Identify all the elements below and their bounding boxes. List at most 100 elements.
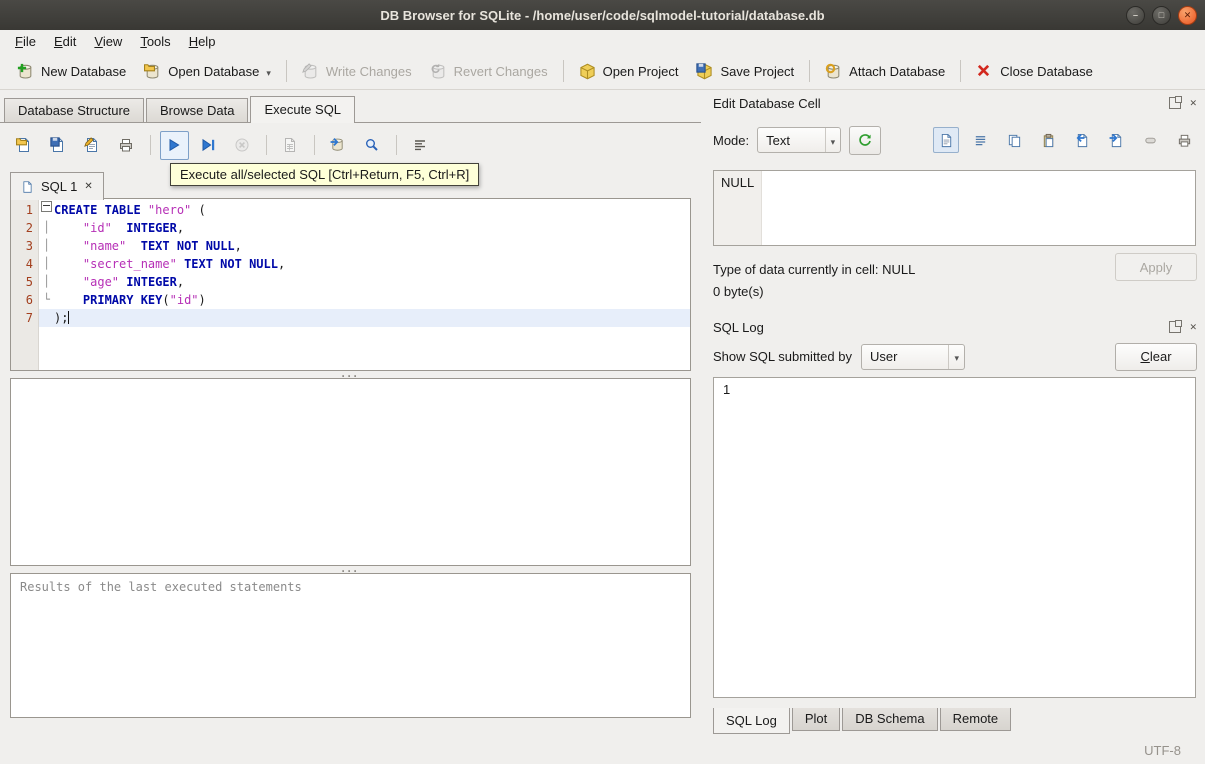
chevron-down-icon xyxy=(954,349,959,364)
menu-edit[interactable]: Edit xyxy=(45,31,85,52)
set-null-button[interactable] xyxy=(1137,127,1163,153)
menu-view[interactable]: View xyxy=(85,31,131,52)
word-wrap-button[interactable] xyxy=(933,127,959,153)
results-placeholder: Results of the last executed statements xyxy=(20,580,302,594)
toolbar-separator xyxy=(809,60,811,82)
menu-tools[interactable]: Tools xyxy=(131,31,179,52)
export-data-button[interactable] xyxy=(324,131,353,160)
editor-line: │ "id" INTEGER, xyxy=(43,221,185,235)
revert-changes-button[interactable]: Revert Changes xyxy=(421,58,557,85)
table-view-button[interactable] xyxy=(276,131,305,160)
refresh-cell-button[interactable] xyxy=(849,125,882,155)
find-replace-icon xyxy=(364,137,381,154)
tab-remote[interactable]: Remote xyxy=(939,708,1012,731)
export-cell-button[interactable] xyxy=(1103,127,1129,153)
sql-document-icon xyxy=(21,180,34,194)
float-icon[interactable] xyxy=(1169,96,1183,109)
window-controls xyxy=(1126,6,1197,25)
sql-editor[interactable]: 1234567 CREATE TABLE "hero" ( │ "id" INTE… xyxy=(10,198,691,371)
tab-browse-data[interactable]: Browse Data xyxy=(146,98,249,122)
toolbar-separator xyxy=(285,60,287,82)
toolbar-separator xyxy=(396,135,397,155)
window-title: DB Browser for SQLite - /home/user/code/… xyxy=(380,7,825,23)
cell-editor[interactable]: NULL xyxy=(713,170,1196,246)
editor-line: └ PRIMARY KEY("id") xyxy=(43,293,206,307)
apply-button[interactable]: Apply xyxy=(1115,253,1197,281)
right-dock-area: Edit Database Cell Mode: Text xyxy=(706,90,1205,737)
import-cell-button[interactable] xyxy=(1069,127,1095,153)
tab-db-schema[interactable]: DB Schema xyxy=(842,708,938,731)
print-sql-button[interactable] xyxy=(112,131,141,160)
mode-select[interactable]: Text xyxy=(757,127,842,153)
tab-execute-sql[interactable]: Execute SQL xyxy=(250,96,356,123)
tab-plot[interactable]: Plot xyxy=(791,708,841,731)
editor-line: │ "name" TEXT NOT NULL, xyxy=(43,239,242,253)
results-message-pane[interactable]: Results of the last executed statements xyxy=(10,573,691,718)
cell-size-info: 0 byte(s) xyxy=(713,284,764,299)
sql-log-filter-select[interactable]: User xyxy=(860,343,965,370)
attach-database-button[interactable]: Attach Database xyxy=(816,58,954,85)
close-database-button[interactable]: Close Database xyxy=(967,58,1102,85)
cell-type-info: Type of data currently in cell: NULL xyxy=(713,262,916,277)
tab-database-structure[interactable]: Database Structure xyxy=(4,98,145,122)
menubar: File Edit View Tools Help xyxy=(0,30,1205,53)
refresh-icon xyxy=(857,132,873,148)
sql-log-filter-label: Show SQL submitted by xyxy=(713,349,852,364)
paste-cell-button[interactable] xyxy=(1035,127,1061,153)
minimize-button[interactable] xyxy=(1126,6,1145,25)
tooltip: Execute all/selected SQL [Ctrl+Return, F… xyxy=(170,163,480,186)
menu-help[interactable]: Help xyxy=(180,31,225,52)
editor-gutter: 1234567 xyxy=(11,199,39,370)
align-button[interactable] xyxy=(967,127,993,153)
execute-line-icon xyxy=(200,137,217,154)
close-dock-icon[interactable] xyxy=(1189,322,1197,333)
save-project-button[interactable]: Save Project xyxy=(687,58,803,85)
sql-log-filter-value: User xyxy=(869,349,898,364)
results-grid-pane[interactable] xyxy=(10,378,691,566)
open-database-button[interactable]: Open Database xyxy=(135,58,280,85)
save-sql-file-icon xyxy=(50,136,67,154)
db-browser-window: DB Browser for SQLite - /home/user/code/… xyxy=(0,0,1205,764)
menu-file[interactable]: File xyxy=(6,31,45,52)
edit-cell-title: Edit Database Cell xyxy=(713,95,821,111)
open-project-label: Open Project xyxy=(602,63,679,79)
open-database-icon xyxy=(144,63,161,80)
close-dock-icon[interactable] xyxy=(1189,98,1197,109)
log-line-number: 1 xyxy=(723,382,731,397)
write-changes-icon xyxy=(302,62,319,80)
stop-icon xyxy=(234,137,251,154)
sql-log-view[interactable]: 1 xyxy=(713,377,1196,698)
float-icon[interactable] xyxy=(1169,320,1183,333)
edit-cell-dock-header: Edit Database Cell xyxy=(713,94,1197,112)
open-project-button[interactable]: Open Project xyxy=(570,58,688,85)
close-window-button[interactable] xyxy=(1178,6,1197,25)
editor-code[interactable]: CREATE TABLE "hero" ( │ "id" INTEGER, │ "n… xyxy=(39,199,690,370)
maximize-button[interactable] xyxy=(1152,6,1171,25)
chevron-down-icon xyxy=(266,64,271,79)
mode-value: Text xyxy=(766,132,790,148)
print-cell-button[interactable] xyxy=(1171,127,1197,153)
sql-file-tab[interactable]: SQL 1 xyxy=(10,172,104,200)
toolbar-separator xyxy=(314,135,315,155)
save-sql-as-button[interactable] xyxy=(78,131,107,160)
open-sql-file-icon xyxy=(16,137,33,154)
execute-line-button[interactable] xyxy=(194,131,223,160)
save-sql-as-icon xyxy=(84,136,101,154)
close-tab-icon[interactable] xyxy=(84,181,92,192)
new-database-button[interactable]: New Database xyxy=(8,58,135,85)
write-changes-button[interactable]: Write Changes xyxy=(293,58,421,85)
cell-value: NULL xyxy=(714,171,762,245)
tab-sql-log[interactable]: SQL Log xyxy=(713,708,790,734)
statusbar: UTF-8 xyxy=(0,737,1205,764)
editor-line: CREATE TABLE "hero" ( xyxy=(39,201,690,219)
stop-execution-button[interactable] xyxy=(228,131,257,160)
format-sql-button[interactable] xyxy=(406,131,435,160)
copy-cell-button[interactable] xyxy=(1001,127,1027,153)
open-sql-file-button[interactable] xyxy=(10,131,39,160)
clear-log-button[interactable]: Clear xyxy=(1115,342,1197,371)
execute-all-button[interactable] xyxy=(160,130,189,160)
titlebar[interactable]: DB Browser for SQLite - /home/user/code/… xyxy=(0,0,1205,30)
find-replace-button[interactable] xyxy=(358,131,387,160)
save-sql-file-button[interactable] xyxy=(44,131,73,160)
maximize-icon xyxy=(1159,10,1164,20)
